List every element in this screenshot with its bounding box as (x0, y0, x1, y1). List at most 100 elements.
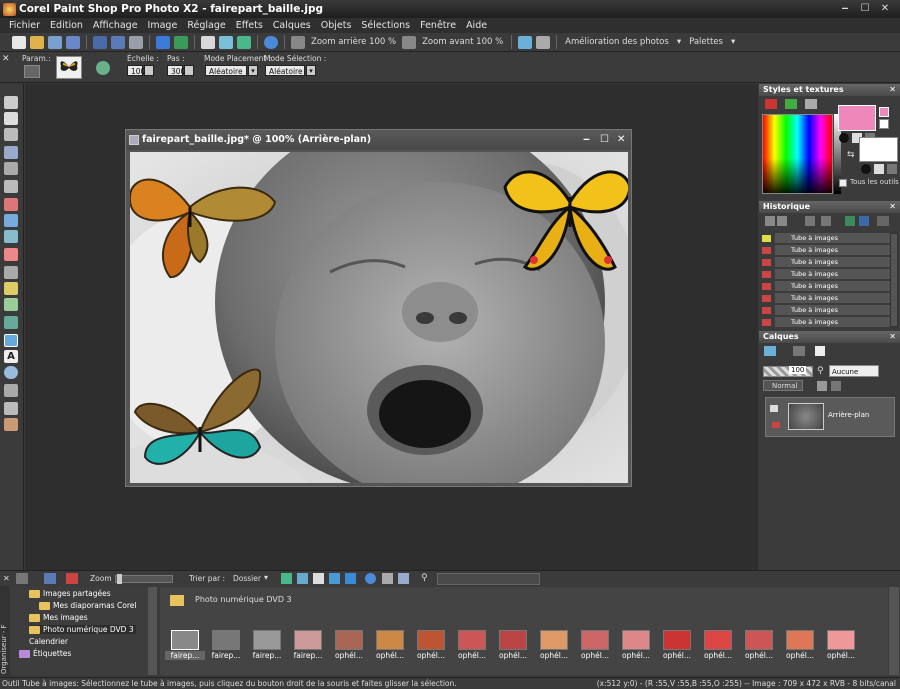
share-icon[interactable] (329, 573, 340, 584)
tree-item[interactable]: Mes images (29, 613, 88, 622)
link-icon[interactable]: ⚲ (817, 366, 827, 377)
save-icon[interactable] (93, 35, 107, 49)
enhance-photo-menu[interactable]: Amélioration des photos (565, 37, 669, 47)
print-icon[interactable] (129, 35, 143, 49)
clear-history-icon[interactable] (877, 216, 889, 226)
lock-icon[interactable] (831, 381, 841, 391)
foreground-mini-swatch[interactable] (879, 107, 889, 117)
menu-fichier[interactable]: Fichier (4, 20, 45, 31)
history-item[interactable]: Tube à images (762, 245, 891, 256)
layer-mask-icon[interactable] (815, 346, 825, 356)
remove-folder-icon[interactable] (66, 573, 78, 584)
dropper-tool-icon[interactable] (4, 146, 18, 159)
menu-effets[interactable]: Effets (231, 20, 268, 31)
zoom-slider[interactable] (115, 574, 173, 584)
zoom-out-icon[interactable] (291, 35, 305, 49)
image-window[interactable]: fairepart_baille.jpg* @ 100% (Arrière-pl… (125, 129, 632, 487)
foreground-color-swatch[interactable] (838, 105, 876, 131)
thumbnail[interactable] (376, 630, 404, 650)
close-icon[interactable]: ✕ (889, 331, 896, 343)
pen-tool-icon[interactable] (4, 384, 18, 397)
all-tools-checkbox[interactable] (839, 179, 847, 187)
email-icon[interactable] (297, 573, 308, 584)
new-icon[interactable] (12, 35, 26, 49)
menu-image[interactable]: Image (143, 20, 183, 31)
menu-fenetre[interactable]: Fenêtre (415, 20, 461, 31)
mask-select[interactable]: Aucune (829, 365, 879, 377)
chevron-down-icon[interactable]: ▾ (731, 37, 735, 47)
thumbnail[interactable] (663, 630, 691, 650)
thumbnail[interactable] (622, 630, 650, 650)
background-mini-swatch[interactable] (879, 119, 889, 129)
bg-texture-icon[interactable] (874, 164, 884, 174)
scratch-remover-icon[interactable] (4, 248, 18, 261)
reset-icon[interactable] (96, 61, 110, 75)
crop-tool-icon[interactable] (4, 162, 18, 175)
chevron-down-icon[interactable]: ▾ (264, 573, 268, 582)
picture-tube-icon[interactable] (4, 334, 18, 347)
paint-brush-icon[interactable] (4, 282, 18, 295)
thumbnail[interactable] (704, 630, 732, 650)
thumbnail[interactable] (581, 630, 609, 650)
preset-shape-icon[interactable] (4, 366, 18, 379)
bg-transparent-icon[interactable] (887, 164, 897, 174)
thumbnail[interactable] (499, 630, 527, 650)
color-spectrum[interactable] (762, 114, 833, 194)
thumbnail[interactable] (417, 630, 445, 650)
history-item[interactable]: Tube à images (762, 257, 891, 268)
dodge-tool-icon[interactable] (4, 266, 18, 279)
styles-panel-header[interactable]: Styles et textures ✕ (759, 84, 900, 96)
history-item[interactable]: Tube à images (762, 293, 891, 304)
chevron-down-icon[interactable]: ▾ (248, 65, 258, 76)
red-eye-tool-icon[interactable] (4, 198, 18, 211)
tree-item-selected[interactable]: Photo numérique DVD 3 (29, 625, 136, 634)
selection-tool-icon[interactable] (4, 128, 18, 141)
step-input[interactable]: 300 (167, 65, 185, 76)
thumbnail[interactable] (458, 630, 486, 650)
menu-reglage[interactable]: Réglage (182, 20, 230, 31)
delete-layer-icon[interactable] (793, 346, 805, 356)
layer-visibility-icon[interactable] (770, 405, 778, 412)
history-item[interactable]: Tube à images (762, 281, 891, 292)
scale-spinner[interactable] (144, 65, 154, 76)
edit-icon[interactable] (345, 573, 356, 584)
butterfly-tube-preview[interactable] (56, 56, 82, 79)
eraser-tool-icon[interactable] (4, 298, 18, 311)
sort-by-select[interactable]: Dossier (233, 574, 261, 583)
layer-row[interactable]: Arrière-plan (765, 397, 895, 437)
close-icon[interactable]: ✕ (889, 201, 896, 213)
step-spinner[interactable] (184, 65, 194, 76)
close-icon[interactable]: ✕ (878, 3, 892, 15)
copy-icon[interactable] (201, 35, 215, 49)
history-item[interactable]: Tube à images (762, 233, 891, 244)
opacity-value[interactable]: 100 (789, 366, 807, 374)
close-options-icon[interactable]: ✕ (2, 54, 10, 64)
zoom-out-button[interactable]: Zoom arrière 100 % (311, 37, 396, 47)
save-as-icon[interactable] (111, 35, 125, 49)
new-layer-icon[interactable] (764, 346, 776, 356)
menu-calques[interactable]: Calques (268, 20, 316, 31)
add-folder-icon[interactable] (44, 573, 56, 584)
photo-canvas[interactable] (130, 152, 628, 483)
scale-input[interactable]: 100 (127, 65, 145, 76)
preset-picker[interactable] (24, 65, 40, 78)
play-quickscript-icon[interactable] (845, 216, 855, 226)
flood-fill-icon[interactable] (4, 316, 18, 329)
tree-scrollbar[interactable] (148, 587, 157, 675)
texture-tab-icon[interactable] (805, 99, 817, 109)
browse-icon[interactable] (48, 35, 62, 49)
history-item[interactable]: Tube à images (762, 317, 891, 328)
swap-colors-icon[interactable]: ⇆ (847, 150, 855, 160)
minimize-icon[interactable]: ‒ (838, 3, 852, 15)
undo-icon[interactable] (156, 35, 170, 49)
save-quickscript-icon[interactable] (859, 216, 869, 226)
scan-icon[interactable] (66, 35, 80, 49)
blend-mode-select[interactable]: Normal (763, 380, 803, 391)
thumbnail[interactable] (827, 630, 855, 650)
undo-history-icon[interactable] (765, 216, 775, 226)
clone-tool-icon[interactable] (4, 230, 18, 243)
menu-aide[interactable]: Aide (461, 20, 492, 31)
palettes-menu[interactable]: Palettes (689, 37, 723, 47)
thumbnail[interactable] (212, 630, 240, 650)
share-icon[interactable] (237, 35, 251, 49)
